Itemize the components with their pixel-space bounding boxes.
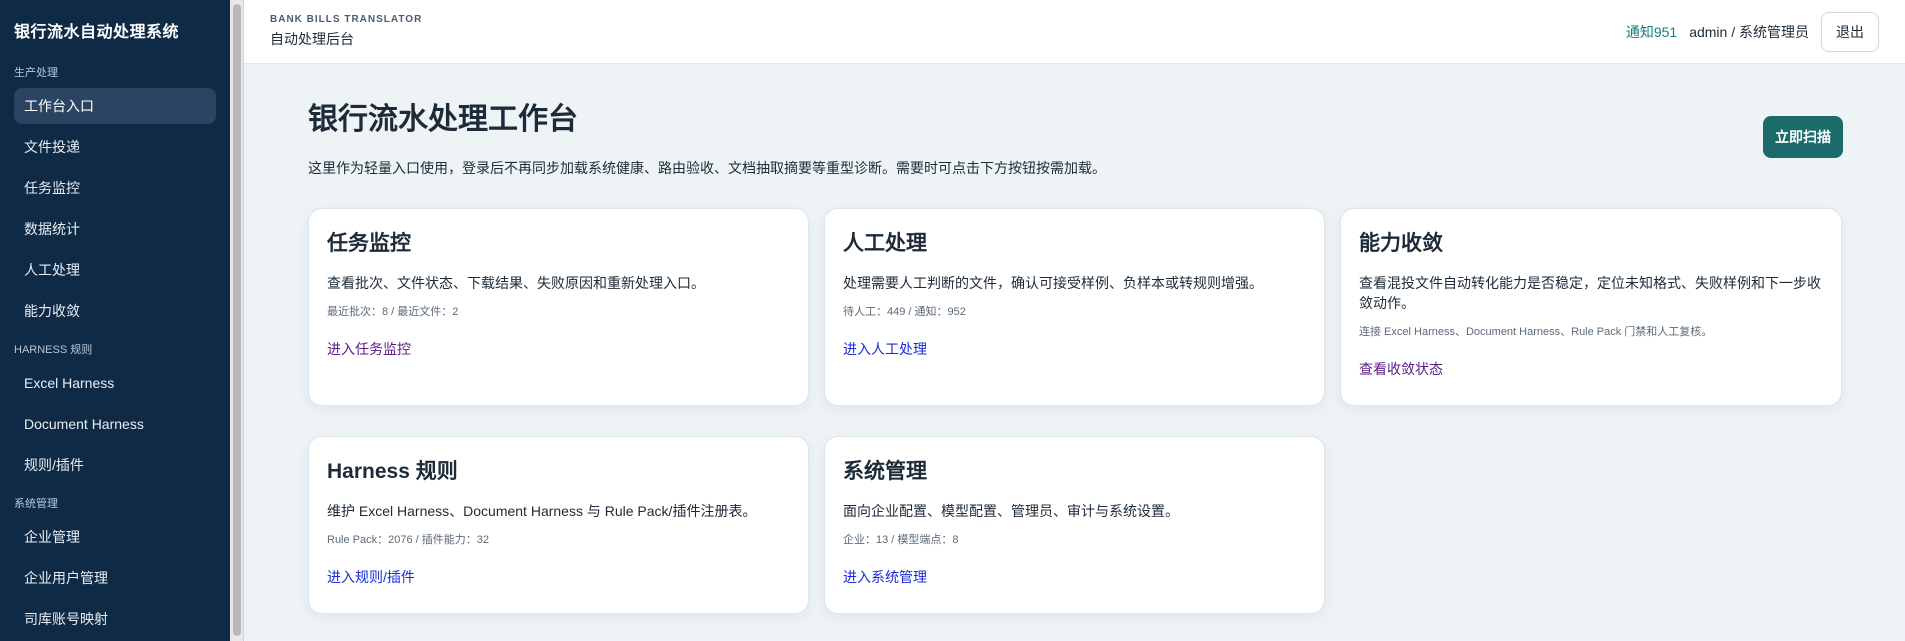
scan-now-button[interactable]: 立即扫描 xyxy=(1763,116,1843,158)
topbar: BANK BILLS TRANSLATOR 自动处理后台 通知951 admin… xyxy=(244,0,1905,64)
notification-link[interactable]: 通知951 xyxy=(1626,22,1677,42)
nav-section-harness: HARNESS 规则 xyxy=(14,344,93,356)
card-meta: 最近批次：8 / 最近文件：2 xyxy=(327,306,459,318)
sidebar-item-enterprise-users[interactable]: 企业用户管理 xyxy=(14,560,216,596)
card-description: 面向企业配置、模型配置、管理员、审计与系统设置。 xyxy=(843,503,1179,519)
sidebar: 银行流水自动处理系统 生产处理 工作台入口 文件投递 任务监控 数据统计 人工处… xyxy=(0,0,230,641)
sidebar-item-task-monitor[interactable]: 任务监控 xyxy=(14,170,216,206)
page-title: 银行流水处理工作台 xyxy=(308,103,578,136)
sidebar-item-document-harness[interactable]: Document Harness xyxy=(14,406,216,442)
sidebar-item-rules-plugins[interactable]: 规则/插件 xyxy=(14,447,216,483)
app-subtitle: 自动处理后台 xyxy=(270,31,354,47)
link-manual-processing[interactable]: 进入人工处理 xyxy=(843,339,927,359)
workbench-content: 银行流水处理工作台 这里作为轻量入口使用，登录后不再同步加载系统健康、路由验收、… xyxy=(244,64,1905,614)
card-title: Harness 规则 xyxy=(327,460,458,483)
card-title: 系统管理 xyxy=(843,460,927,483)
sidebar-item-enterprise[interactable]: 企业管理 xyxy=(14,519,216,555)
sidebar-item-excel-harness[interactable]: Excel Harness xyxy=(14,365,216,401)
link-task-monitor[interactable]: 进入任务监控 xyxy=(327,339,411,359)
sidebar-brand: 银行流水自动处理系统 xyxy=(14,24,180,41)
entry-card-grid: 任务监控 查看批次、文件状态、下载结果、失败原因和重新处理入口。 最近批次：8 … xyxy=(308,208,1842,614)
link-rules-plugins[interactable]: 进入规则/插件 xyxy=(327,567,415,587)
card-meta: 连接 Excel Harness、Document Harness、Rule P… xyxy=(1359,326,1713,338)
card-meta: 待人工：449 / 通知：952 xyxy=(843,306,966,318)
sidebar-item-treasury-mapping[interactable]: 司库账号映射 xyxy=(14,601,216,637)
card-task-monitor: 任务监控 查看批次、文件状态、下载结果、失败原因和重新处理入口。 最近批次：8 … xyxy=(308,208,809,406)
logout-button[interactable]: 退出 xyxy=(1821,11,1879,52)
nav-section-production: 生产处理 xyxy=(14,67,58,79)
card-meta: Rule Pack：2076 / 插件能力：32 xyxy=(327,534,490,546)
card-harness-rules: Harness 规则 维护 Excel Harness、Document Har… xyxy=(308,436,809,614)
card-title: 任务监控 xyxy=(327,232,411,255)
sidebar-scrollbar[interactable] xyxy=(230,0,244,641)
app-kicker: BANK BILLS TRANSLATOR xyxy=(270,14,423,25)
topbar-title-block: BANK BILLS TRANSLATOR 自动处理后台 xyxy=(270,14,422,49)
topbar-actions: 通知951 admin / 系统管理员 退出 xyxy=(1626,11,1879,52)
sidebar-item-statistics[interactable]: 数据统计 xyxy=(14,211,216,247)
card-description: 维护 Excel Harness、Document Harness 与 Rule… xyxy=(327,503,757,519)
card-meta: 企业：13 / 模型端点：8 xyxy=(843,534,959,546)
card-capability-convergence: 能力收敛 查看混投文件自动转化能力是否稳定，定位未知格式、失败样例和下一步收敛动… xyxy=(1340,208,1842,406)
sidebar-item-workbench[interactable]: 工作台入口 xyxy=(14,88,216,124)
nav-section-system: 系统管理 xyxy=(14,498,58,510)
scrollbar-thumb[interactable] xyxy=(233,4,241,636)
sidebar-item-capability-convergence[interactable]: 能力收敛 xyxy=(14,293,216,329)
card-title: 人工处理 xyxy=(843,232,927,255)
card-title: 能力收敛 xyxy=(1359,232,1443,255)
page-description: 这里作为轻量入口使用，登录后不再同步加载系统健康、路由验收、文档抽取摘要等重型诊… xyxy=(308,160,1106,176)
app-root: 银行流水自动处理系统 生产处理 工作台入口 文件投递 任务监控 数据统计 人工处… xyxy=(0,0,1905,641)
card-system-management: 系统管理 面向企业配置、模型配置、管理员、审计与系统设置。 企业：13 / 模型… xyxy=(824,436,1325,614)
link-system-management[interactable]: 进入系统管理 xyxy=(843,567,927,587)
card-description: 处理需要人工判断的文件，确认可接受样例、负样本或转规则增强。 xyxy=(843,275,1263,291)
user-info: admin / 系统管理员 xyxy=(1689,23,1809,40)
card-description: 查看批次、文件状态、下载结果、失败原因和重新处理入口。 xyxy=(327,275,705,291)
link-convergence-status[interactable]: 查看收敛状态 xyxy=(1359,359,1443,379)
sidebar-item-manual-processing[interactable]: 人工处理 xyxy=(14,252,216,288)
card-manual-processing: 人工处理 处理需要人工判断的文件，确认可接受样例、负样本或转规则增强。 待人工：… xyxy=(824,208,1325,406)
sidebar-item-file-delivery[interactable]: 文件投递 xyxy=(14,129,216,165)
main-area: BANK BILLS TRANSLATOR 自动处理后台 通知951 admin… xyxy=(244,0,1905,641)
card-description: 查看混投文件自动转化能力是否稳定，定位未知格式、失败样例和下一步收敛动作。 xyxy=(1359,275,1821,311)
